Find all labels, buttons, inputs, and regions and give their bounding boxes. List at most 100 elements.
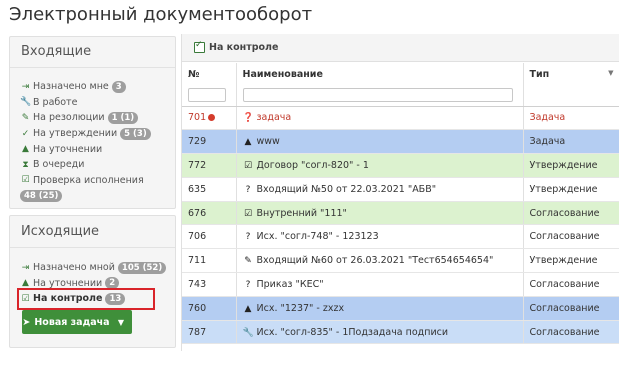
documents-grid: На контроле № Наименование Тип ▼ 701 ❓зад…	[181, 34, 619, 351]
inbox-panel: Входящие ⇥ Назначено мне 3 🔧 В работе ✎ На рез…	[9, 36, 176, 209]
row-name: Входящий №50 от 22.03.2021 "АБВ"	[256, 183, 437, 195]
cell-number: 787	[182, 320, 237, 345]
cell-type: Согласование	[523, 320, 619, 345]
cell-name[interactable]: ▲ Исх. "1237" - zxzx	[236, 296, 524, 321]
caret-down-icon[interactable]: ▼	[110, 318, 132, 327]
table-row[interactable]: 760 ▲ Исх. "1237" - zxzx Согласование	[182, 296, 619, 321]
table-header-row: № Наименование Тип ▼	[182, 63, 619, 107]
col-number-header[interactable]: №	[182, 63, 237, 107]
cell-name[interactable]: ▲ www	[236, 129, 524, 155]
table-row[interactable]: 729 ▲ www Задача	[182, 129, 619, 155]
row-name: Входящий №60 от 26.03.2021 "Тест65465465…	[256, 255, 494, 267]
inbox-item-label: На резолюции	[33, 112, 105, 124]
cell-name[interactable]: ? Приказ "КЕС"	[236, 272, 524, 297]
inbox-item[interactable]: ▲ На уточнении	[20, 141, 151, 157]
number-filter-input[interactable]	[188, 88, 226, 102]
col-type-header[interactable]: Тип ▼	[523, 63, 619, 107]
name-filter-input[interactable]	[242, 88, 513, 102]
cell-number: 706	[182, 224, 237, 250]
outbox-title: Исходящие	[21, 224, 100, 239]
pen-icon: ✎	[21, 112, 30, 123]
inbox-item[interactable]: 48 (25)	[20, 188, 151, 204]
cell-number: 743	[182, 272, 237, 297]
inbox-item[interactable]: ⧗ В очереди	[20, 157, 151, 173]
count-badge: 3	[111, 80, 126, 93]
sort-caret-icon[interactable]: ▼	[608, 69, 613, 77]
send-icon: ➤	[22, 316, 31, 328]
count-badge: 2	[105, 277, 120, 290]
table-row[interactable]: 701 ❓ задача Задача	[182, 106, 619, 131]
cell-name[interactable]: ☑ Внутренний "111"	[236, 201, 524, 226]
outbox-item[interactable]: ☑ На контроле 13	[16, 288, 156, 310]
col-name-label: Наименование	[242, 69, 323, 80]
check-circle-icon: ✓	[21, 128, 30, 139]
row-number: 729	[188, 136, 207, 148]
pen-icon: ✎	[244, 256, 252, 267]
warning-icon: ▲	[244, 303, 252, 314]
cell-name[interactable]: ? Исх. "согл-748" - 123123	[236, 224, 524, 250]
outbox-nav-list: ⇥ Назначено мной 105 (52) ▲ На уточнении 2 ☑ На…	[16, 260, 167, 310]
col-number-label: №	[188, 69, 200, 80]
cell-type: Задача	[523, 106, 619, 131]
table-row[interactable]: 711 ✎ Входящий №60 от 26.03.2021 "Тест6546…	[182, 248, 619, 274]
col-name-header[interactable]: Наименование	[236, 63, 524, 107]
outbox-panel: Исходящие ⇥ Назначено мной 105 (52) ▲ На уто…	[9, 215, 176, 348]
row-number: 772	[188, 159, 207, 171]
outbox-item-label: На контроле	[33, 293, 103, 305]
cell-number: 711	[182, 248, 237, 274]
inbox-item[interactable]: ⇥ Назначено мне 3	[20, 79, 151, 95]
table-row[interactable]: 743? Приказ "КЕС" Согласование	[182, 272, 619, 297]
wrench-icon: 🔧	[242, 327, 254, 338]
row-name: Приказ "КЕС"	[256, 278, 324, 290]
documents-table: № Наименование Тип ▼ 701 ❓ задача Задача 729…	[182, 63, 619, 345]
inbox-item-label: На уточнении	[33, 143, 103, 155]
table-row[interactable]: 787 🔧 Исх. "согл-835" - 1Подзадача подписи…	[182, 320, 619, 345]
arrow-out-icon: ⇥	[21, 262, 30, 273]
outbox-item[interactable]: ▲ На уточнении 2	[20, 276, 166, 292]
inbox-item[interactable]: ☑ Проверка исполнения	[20, 173, 151, 189]
inbox-item[interactable]: ✎ На резолюции 1 (1)	[20, 110, 151, 126]
cell-name[interactable]: ? Входящий №50 от 22.03.2021 "АБВ"	[236, 177, 524, 202]
row-name: Исх. "согл-835" - 1Подзадача подписи	[256, 326, 449, 338]
cell-name[interactable]: ❓ задача	[236, 106, 524, 131]
warning-icon: ▲	[22, 144, 29, 155]
new-task-button[interactable]: ➤ Новая задача ▼	[22, 310, 132, 334]
table-row[interactable]: 635 ? Входящий №50 от 22.03.2021 "АБВ" Утве…	[182, 177, 619, 202]
row-number: 676	[188, 207, 207, 219]
count-badge: 5 (3)	[120, 127, 151, 140]
checkbox-icon: ☑	[243, 208, 253, 219]
row-name: Исх. "согл-748" - 123123	[256, 231, 379, 243]
inbox-divider	[10, 67, 175, 68]
cell-type: Утверждение	[523, 153, 619, 178]
cell-name[interactable]: 🔧 Исх. "согл-835" - 1Подзадача подписи	[236, 320, 524, 345]
warning-icon: ▲	[22, 278, 29, 289]
row-number: 635	[188, 183, 207, 195]
table-row[interactable]: 706? Исх. "согл-748" - 123123 Согласование	[182, 224, 619, 250]
row-number: 706	[188, 231, 207, 243]
on-control-checkbox[interactable]	[194, 40, 205, 53]
cell-number: 760	[182, 296, 237, 321]
cell-name[interactable]: ✎ Входящий №60 от 26.03.2021 "Тест6546546…	[236, 248, 524, 274]
count-badge: 48 (25)	[20, 189, 63, 202]
table-row[interactable]: 676 ☑ Внутренний "111" Согласование	[182, 201, 619, 226]
checkbox-icon: ☑	[21, 293, 30, 304]
question-icon: ❓	[242, 113, 254, 124]
outbox-item-label: Назначено мной	[33, 262, 115, 274]
inbox-item[interactable]: 🔧 В работе	[20, 95, 151, 111]
cell-number: 729	[182, 129, 237, 155]
inbox-item-label: В очереди	[33, 159, 85, 171]
row-number: 701	[188, 112, 207, 124]
inbox-item[interactable]: ✓ На утверждении 5 (3)	[20, 126, 151, 142]
hourglass-icon: ⧗	[22, 159, 29, 170]
table-row[interactable]: 772 ☑ Договор "согл-820" - 1 Утверждение	[182, 153, 619, 178]
cell-name[interactable]: ☑ Договор "согл-820" - 1	[236, 153, 524, 178]
cell-type: Утверждение	[523, 248, 619, 274]
outbox-item[interactable]: ⇥ Назначено мной 105 (52)	[20, 260, 167, 276]
table-body: 701 ❓ задача Задача 729 ▲ www Задача 772 ☑ Договор…	[182, 106, 619, 345]
cell-type: Утверждение	[523, 177, 619, 202]
question-icon: ?	[245, 279, 251, 290]
new-task-main[interactable]: ➤ Новая задача	[22, 317, 110, 328]
row-name: задача	[256, 112, 292, 124]
cell-type: Согласование	[523, 296, 619, 321]
inbox-item-label: Назначено мне	[33, 81, 109, 93]
